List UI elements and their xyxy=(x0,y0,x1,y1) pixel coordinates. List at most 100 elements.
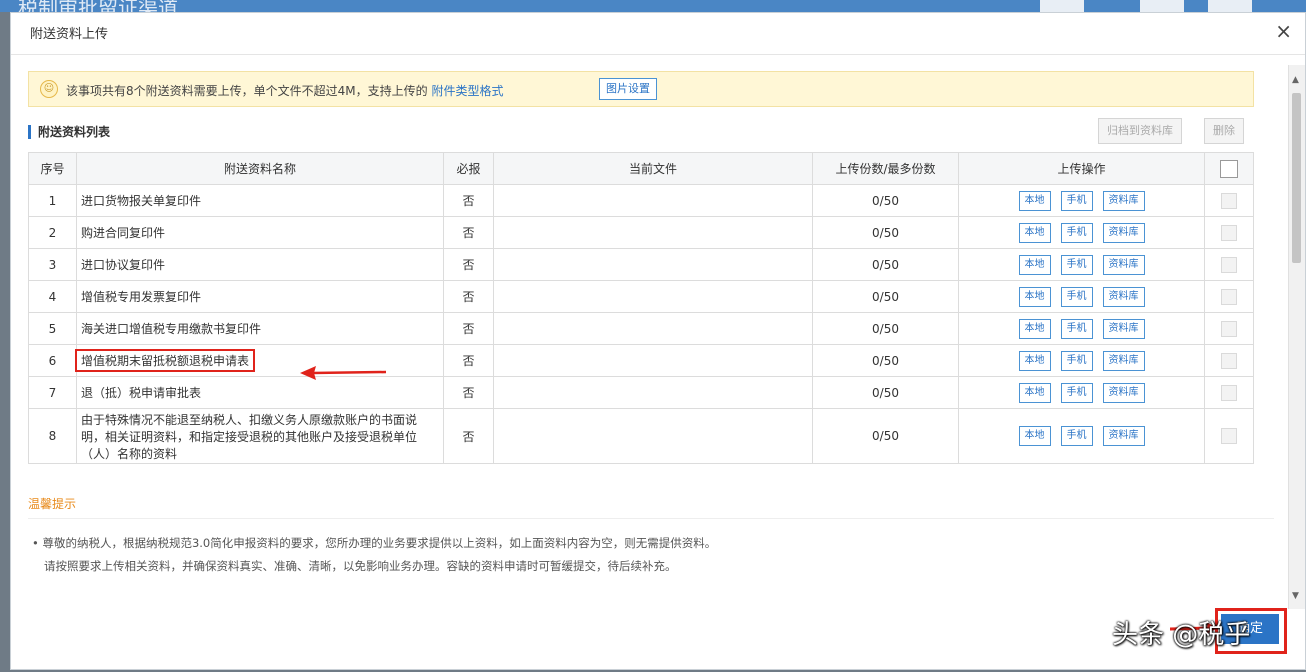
upload-local-button[interactable]: 本地 xyxy=(1018,318,1051,339)
row-index: 3 xyxy=(28,248,77,281)
row-name-text: 进口协议复印件 xyxy=(81,258,166,272)
row-checkbox[interactable] xyxy=(1221,320,1237,337)
background-button xyxy=(1140,0,1184,12)
upload-phone-button[interactable]: 手机 xyxy=(1060,254,1093,275)
scroll-up-icon[interactable]: ▲ xyxy=(1292,75,1299,85)
row-index: 7 xyxy=(28,376,77,409)
upload-local-button[interactable]: 本地 xyxy=(1018,222,1051,243)
upload-local-button[interactable]: 本地 xyxy=(1018,350,1051,371)
upload-library-button[interactable]: 资料库 xyxy=(1102,254,1145,275)
row-count: 0/50 xyxy=(812,408,959,464)
header-select-all xyxy=(1204,152,1254,185)
upload-library-button[interactable]: 资料库 xyxy=(1102,426,1145,446)
upload-library-button[interactable]: 资料库 xyxy=(1102,382,1145,403)
row-required: 否 xyxy=(443,248,494,281)
row-required: 否 xyxy=(443,408,494,464)
row-name-text: 增值税期末留抵税额退税申请表 xyxy=(81,354,250,368)
row-select xyxy=(1204,216,1254,249)
row-select xyxy=(1204,184,1254,217)
table-row: 7 退（抵）税申请审批表否 0/50 本地 手机 资料库 xyxy=(28,376,1254,409)
row-checkbox[interactable] xyxy=(1221,224,1237,241)
row-name: 由于特殊情况不能退至纳税人、扣缴义务人原缴款账户的书面说明，相关证明资料，和指定… xyxy=(76,408,444,464)
upload-library-button[interactable]: 资料库 xyxy=(1102,286,1145,307)
image-settings-button[interactable]: 图片设置 xyxy=(599,78,657,100)
notice-text: 该事项共有8个附送资料需要上传，单个文件不超过4M，支持上传的 附件类型格式 xyxy=(66,82,503,99)
table-row: 4 增值税专用发票复印件否 0/50 本地 手机 资料库 xyxy=(28,280,1254,313)
upload-library-button[interactable]: 资料库 xyxy=(1102,222,1145,243)
watermark: 头条 @税乎 xyxy=(1112,620,1251,650)
upload-library-button[interactable]: 资料库 xyxy=(1102,318,1145,339)
table-row: 3 进口协议复印件否 0/50 本地 手机 资料库 xyxy=(28,248,1254,281)
row-select xyxy=(1204,280,1254,313)
row-required: 否 xyxy=(443,184,494,217)
upload-phone-button[interactable]: 手机 xyxy=(1060,382,1093,403)
upload-phone-button[interactable]: 手机 xyxy=(1060,318,1093,339)
row-current-file xyxy=(493,376,813,409)
table-row: 8 由于特殊情况不能退至纳税人、扣缴义务人原缴款账户的书面说明，相关证明资料，和指… xyxy=(28,408,1254,464)
upload-local-button[interactable]: 本地 xyxy=(1018,190,1051,211)
tips-divider xyxy=(28,518,1274,519)
highlight-box: 增值税期末留抵税额退税申请表 xyxy=(75,349,256,372)
list-title: 附送资料列表 xyxy=(28,125,110,139)
row-index: 8 xyxy=(28,408,77,464)
upload-phone-button[interactable]: 手机 xyxy=(1060,222,1093,243)
row-select xyxy=(1204,312,1254,345)
row-name: 进口协议复印件 xyxy=(76,248,444,281)
scroll-down-icon[interactable]: ▼ xyxy=(1292,591,1299,601)
row-select xyxy=(1204,344,1254,377)
scrollbar[interactable]: ▲ ▼ xyxy=(1288,65,1305,609)
row-name-text: 海关进口增值税专用缴款书复印件 xyxy=(81,322,262,336)
row-select xyxy=(1204,376,1254,409)
row-index: 5 xyxy=(28,312,77,345)
row-count: 0/50 xyxy=(812,376,959,409)
row-required: 否 xyxy=(443,216,494,249)
row-name: 退（抵）税申请审批表 xyxy=(76,376,444,409)
archive-to-library-button[interactable]: 归档到资料库 xyxy=(1098,118,1182,144)
select-all-checkbox[interactable] xyxy=(1220,159,1238,178)
notice-bar: ☺ 该事项共有8个附送资料需要上传，单个文件不超过4M，支持上传的 附件类型格式… xyxy=(28,71,1254,107)
upload-library-button[interactable]: 资料库 xyxy=(1102,350,1145,371)
upload-phone-button[interactable]: 手机 xyxy=(1060,190,1093,211)
background-button xyxy=(1208,0,1252,12)
row-ops: 本地 手机 资料库 xyxy=(958,184,1205,217)
scrollbar-thumb[interactable] xyxy=(1292,93,1301,263)
close-icon[interactable]: × xyxy=(1275,21,1292,41)
header-ops: 上传操作 xyxy=(958,152,1205,185)
row-count: 0/50 xyxy=(812,216,959,249)
row-count: 0/50 xyxy=(812,280,959,313)
header-index: 序号 xyxy=(28,152,77,185)
row-checkbox[interactable] xyxy=(1221,352,1237,369)
row-index: 2 xyxy=(28,216,77,249)
row-select xyxy=(1204,408,1254,464)
upload-local-button[interactable]: 本地 xyxy=(1018,254,1051,275)
dialog-title: 附送资料上传 xyxy=(30,27,109,42)
upload-phone-button[interactable]: 手机 xyxy=(1060,286,1093,307)
table-header-row: 序号 附送资料名称 必报 当前文件 上传份数/最多份数 上传操作 xyxy=(28,152,1254,185)
upload-local-button[interactable]: 本地 xyxy=(1018,426,1051,446)
row-checkbox[interactable] xyxy=(1221,256,1237,273)
upload-phone-button[interactable]: 手机 xyxy=(1060,426,1093,446)
row-current-file xyxy=(493,280,813,313)
upload-library-button[interactable]: 资料库 xyxy=(1102,190,1145,211)
delete-button[interactable]: 删除 xyxy=(1204,118,1244,144)
row-checkbox[interactable] xyxy=(1221,192,1237,209)
row-current-file xyxy=(493,408,813,464)
row-index: 6 xyxy=(28,344,77,377)
row-count: 0/50 xyxy=(812,344,959,377)
row-ops: 本地 手机 资料库 xyxy=(958,248,1205,281)
dialog-divider xyxy=(11,54,1305,55)
row-checkbox[interactable] xyxy=(1221,428,1237,444)
row-checkbox[interactable] xyxy=(1221,288,1237,305)
row-current-file xyxy=(493,344,813,377)
row-count: 0/50 xyxy=(812,312,959,345)
row-checkbox[interactable] xyxy=(1221,384,1237,401)
row-index: 4 xyxy=(28,280,77,313)
row-ops: 本地 手机 资料库 xyxy=(958,312,1205,345)
upload-local-button[interactable]: 本地 xyxy=(1018,382,1051,403)
upload-phone-button[interactable]: 手机 xyxy=(1060,350,1093,371)
attachment-format-link[interactable]: 附件类型格式 xyxy=(431,84,503,98)
tips-body: • 尊敬的纳税人，根据纳税规范3.0简化申报资料的要求，您所办理的业务要求提供以… xyxy=(32,532,716,578)
row-current-file xyxy=(493,216,813,249)
row-current-file xyxy=(493,248,813,281)
upload-local-button[interactable]: 本地 xyxy=(1018,286,1051,307)
